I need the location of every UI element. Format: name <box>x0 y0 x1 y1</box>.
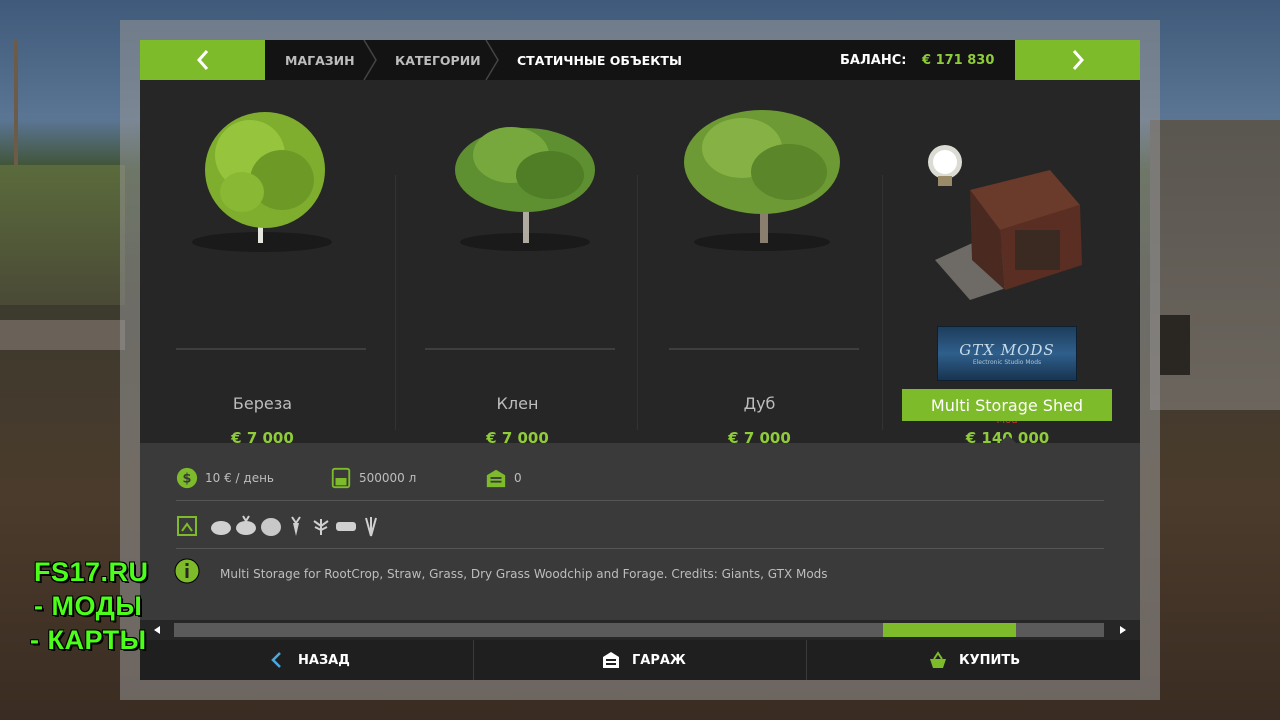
item-name: Дуб <box>743 394 776 413</box>
birch-tree-icon <box>192 112 332 252</box>
prev-page-button[interactable] <box>140 40 265 80</box>
shop-panel: МАГАЗИН КАТЕГОРИИ СТАТИЧНЫЕ ОБЪЕКТЫ БАЛА… <box>140 39 1140 680</box>
details-pointer <box>1000 435 1016 443</box>
breadcrumb-categories[interactable]: КАТЕГОРИИ <box>395 40 481 80</box>
basket-icon <box>930 651 946 668</box>
back-label: НАЗАД <box>298 652 350 668</box>
next-page-button[interactable] <box>1015 40 1140 80</box>
maple-tree-icon <box>455 127 595 251</box>
watermark-line-3: - КАРТЫ <box>30 625 147 655</box>
bottom-separator <box>806 640 807 680</box>
barn-icon <box>486 469 506 488</box>
breadcrumb-separator <box>485 39 499 81</box>
logo-subtitle: Electronic Studio Mods <box>972 359 1042 366</box>
item-scrollbar-thumb[interactable] <box>883 623 1017 637</box>
lightbulb-icon <box>928 145 962 186</box>
info-icon <box>174 558 200 584</box>
oak-tree-icon <box>684 110 840 251</box>
capacity-value: 500000 л <box>359 471 417 485</box>
triangle-right-icon <box>1120 626 1126 634</box>
fill-types-row <box>176 513 382 539</box>
buy-button[interactable]: КУПИТЬ <box>929 640 1020 680</box>
bottom-bar: НАЗАД ГАРАЖ КУПИТЬ <box>140 640 1140 680</box>
selected-item-name[interactable]: Multi Storage Shed <box>902 389 1112 421</box>
triangle-left-icon <box>154 626 160 634</box>
item-description: Multi Storage for RootCrop, Straw, Grass… <box>220 567 828 581</box>
back-button[interactable]: НАЗАД <box>268 640 350 680</box>
item-separator <box>882 175 883 430</box>
chevron-left-icon <box>196 50 208 70</box>
item-divider <box>176 348 366 350</box>
top-bar: МАГАЗИН КАТЕГОРИИ СТАТИЧНЫЕ ОБЪЕКТЫ БАЛА… <box>140 39 1140 81</box>
item-name: Клен <box>496 394 539 413</box>
shop-item-oak[interactable]: Дуб € 7 000 <box>637 80 882 447</box>
svg-text:$: $ <box>183 472 192 487</box>
money-icon: $ <box>176 467 198 489</box>
background-field <box>0 165 125 305</box>
shop-item-multi-storage-shed[interactable]: Mod € 140 000 <box>885 80 1130 447</box>
details-divider <box>176 500 1104 501</box>
chevron-left-icon <box>271 652 281 668</box>
breadcrumb-separator <box>363 39 377 81</box>
potato-single-icon <box>261 518 281 536</box>
balance-value: € 171 830 <box>922 52 995 68</box>
breadcrumb-shop[interactable]: МАГАЗИН <box>285 40 355 80</box>
garage-label: ГАРАЖ <box>632 652 686 668</box>
grass-icon <box>313 519 329 535</box>
animals-stat: 0 <box>485 465 522 491</box>
item-list: Береза € 7 000 Клен € 7 000 Дуб € 7 000 … <box>140 80 1140 447</box>
bottom-separator <box>473 640 474 680</box>
background-road <box>0 320 125 350</box>
silo-capacity-icon <box>331 467 351 489</box>
garage-button[interactable]: ГАРАЖ <box>602 640 686 680</box>
scroll-right-button[interactable] <box>1106 623 1140 637</box>
logo-title: GTX MODS <box>959 341 1055 359</box>
watermark-line-2: - МОДЫ <box>34 591 143 621</box>
garage-icon <box>603 652 619 668</box>
sugarbeet-icon <box>236 515 256 535</box>
carrot-icon <box>291 516 301 536</box>
shop-item-maple[interactable]: Клен € 7 000 <box>395 80 640 447</box>
animals-value: 0 <box>514 471 522 485</box>
silo-icon <box>177 516 197 536</box>
breadcrumb-static-objects: СТАТИЧНЫЕ ОБЪЕКТЫ <box>517 52 682 68</box>
item-details-panel: $ 10 € / день 500000 л 0 Multi Storage f… <box>140 435 1140 620</box>
woodchip-icon <box>336 522 356 531</box>
potato-icon <box>211 521 231 535</box>
forage-icon <box>365 517 377 537</box>
upkeep-stat: $ 10 € / день <box>176 465 274 491</box>
capacity-stat: 500000 л <box>330 465 416 491</box>
chevron-right-icon <box>1072 50 1084 70</box>
background-house <box>1150 120 1280 410</box>
balance-label: БАЛАНС: <box>840 52 907 68</box>
background-pole <box>14 40 18 170</box>
shop-item-birch[interactable]: Береза € 7 000 <box>140 80 385 447</box>
gtx-mods-logo: GTX MODS Electronic Studio Mods <box>937 326 1077 381</box>
item-divider <box>425 348 615 350</box>
upkeep-value: 10 € / день <box>205 471 274 485</box>
details-divider <box>176 548 1104 549</box>
watermark-line-1: FS17.RU <box>34 557 149 587</box>
item-name: Береза <box>232 394 293 413</box>
buy-label: КУПИТЬ <box>959 652 1021 668</box>
item-divider <box>669 348 859 350</box>
